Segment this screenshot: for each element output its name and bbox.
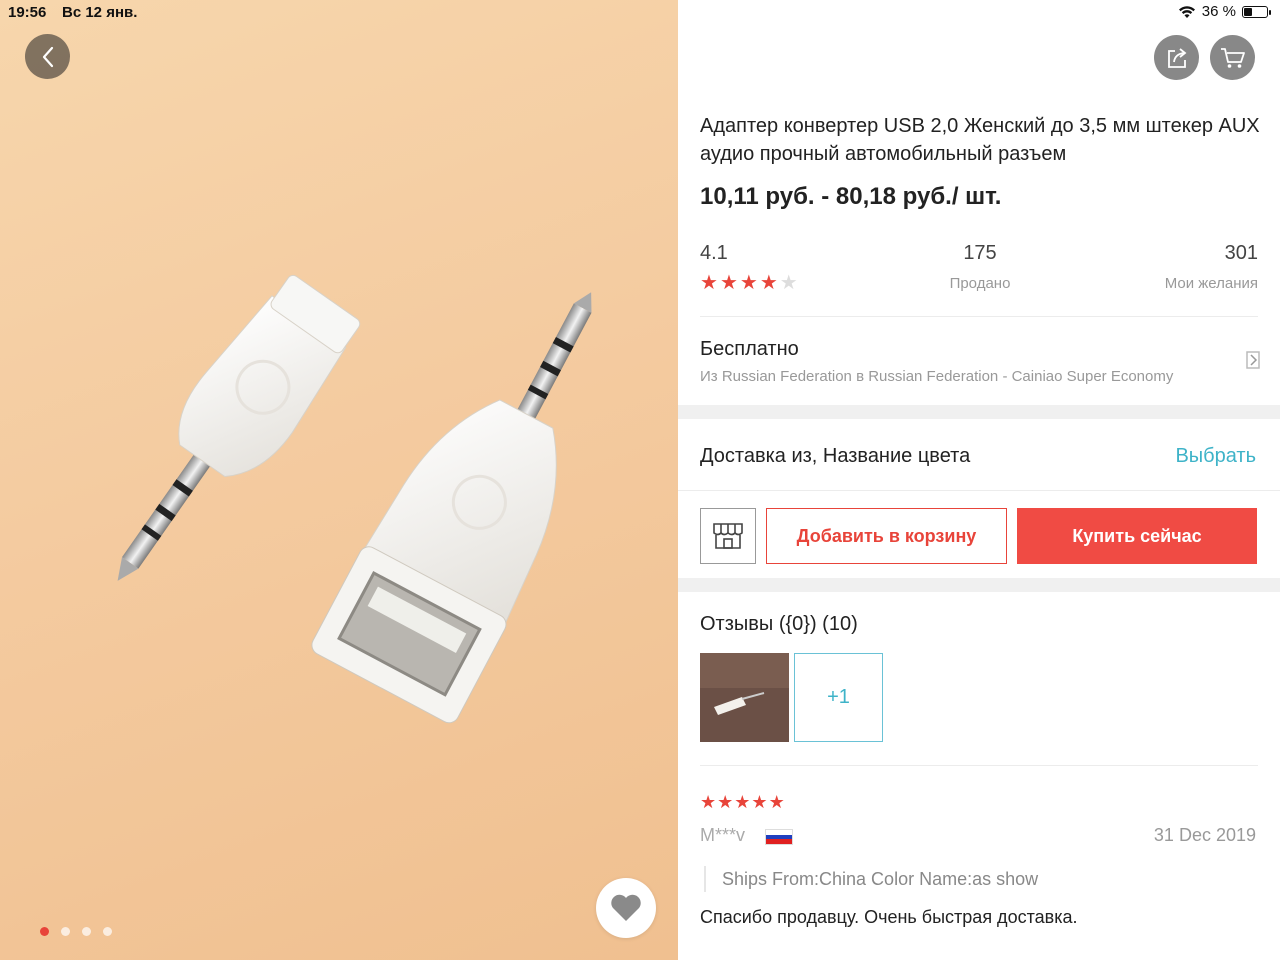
section-separator (678, 405, 1280, 419)
review-stars: ★ ★ ★ ★ ★ (700, 793, 785, 811)
battery-icon (1242, 5, 1271, 18)
product-gallery[interactable] (0, 0, 678, 960)
gallery-dot[interactable] (82, 927, 91, 936)
reviews-title[interactable]: Отзывы ({0}) (10) (700, 613, 858, 636)
status-time: 19:56 (8, 4, 47, 21)
review-user: M***v (700, 825, 746, 845)
store-button[interactable] (700, 508, 756, 564)
variant-choose-link[interactable]: Выбрать (1175, 445, 1256, 468)
back-button[interactable] (25, 34, 70, 79)
wishlist-label: Мои желания (1164, 275, 1258, 292)
status-date: Вс 12 янв. (62, 4, 138, 21)
product-details-panel: Адаптер конвертер USB 2,0 Женский до 3,5… (678, 0, 1280, 960)
gallery-dot[interactable] (40, 927, 49, 936)
review-date: 31 Dec 2019 (1153, 825, 1256, 845)
store-icon (713, 523, 743, 549)
review-photo-thumbnail[interactable] (700, 653, 789, 742)
divider (700, 316, 1258, 317)
screen: 19:56 Вс 12 янв. 36 % Адаптер конвертер … (0, 0, 1280, 960)
section-separator (678, 578, 1280, 592)
favorite-button[interactable] (596, 878, 656, 938)
star-filled-icon: ★ (734, 792, 751, 812)
cart-button[interactable] (1210, 35, 1255, 80)
gallery-pagination (40, 927, 112, 936)
star-filled-icon: ★ (768, 792, 785, 812)
sold-count: 175 (963, 242, 997, 264)
shipping-title[interactable]: Бесплатно (700, 338, 799, 361)
review-photo (700, 653, 789, 742)
shipping-subtitle[interactable]: Из Russian Federation в Russian Federati… (700, 368, 1173, 385)
gallery-dot[interactable] (103, 927, 112, 936)
star-filled-icon: ★ (739, 272, 758, 294)
status-bar: 19:56 Вс 12 янв. 36 % (0, 0, 1280, 26)
review-text: Спасибо продавцу. Очень быстрая доставка… (700, 907, 1078, 927)
heart-icon (611, 894, 641, 921)
sold-label: Продано (949, 275, 1011, 292)
star-filled-icon: ★ (700, 272, 718, 294)
status-right: 36 % (1178, 3, 1271, 20)
star-filled-icon: ★ (751, 792, 768, 812)
divider (678, 490, 1280, 491)
variant-label[interactable]: Доставка из, Название цвета (700, 445, 970, 468)
product-photo (117, 274, 592, 724)
star-filled-icon: ★ (759, 272, 778, 294)
chevron-right-icon[interactable] (1246, 350, 1262, 370)
star-filled-icon: ★ (717, 792, 734, 812)
cart-icon (1220, 47, 1245, 68)
chevron-left-icon (42, 46, 53, 67)
rating-stars: ★ ★ ★ ★ ★ (700, 273, 798, 293)
review-meta: Ships From:China Color Name:as show (704, 866, 1038, 892)
more-review-photos-button[interactable]: +1 (794, 653, 883, 742)
share-button[interactable] (1154, 35, 1199, 80)
star-filled-icon: ★ (700, 792, 717, 812)
product-price: 10,11 руб. - 80,18 руб./ шт. (700, 183, 1002, 210)
wishlist-count: 301 (1224, 242, 1258, 264)
rating-value: 4.1 (700, 242, 728, 264)
add-to-cart-button[interactable]: Добавить в корзину (766, 508, 1007, 564)
divider (700, 765, 1258, 766)
battery-fill (1244, 7, 1252, 16)
gallery-dot[interactable] (61, 927, 70, 936)
russia-flag-icon (765, 829, 793, 845)
wifi-icon (1178, 5, 1195, 18)
share-icon (1167, 47, 1186, 68)
battery-percent: 36 % (1201, 3, 1236, 20)
product-title: Адаптер конвертер USB 2,0 Женский до 3,5… (700, 115, 1260, 165)
star-filled-icon: ★ (719, 272, 738, 294)
star-empty-icon: ★ (779, 272, 798, 294)
buy-now-button[interactable]: Купить сейчас (1017, 508, 1257, 564)
